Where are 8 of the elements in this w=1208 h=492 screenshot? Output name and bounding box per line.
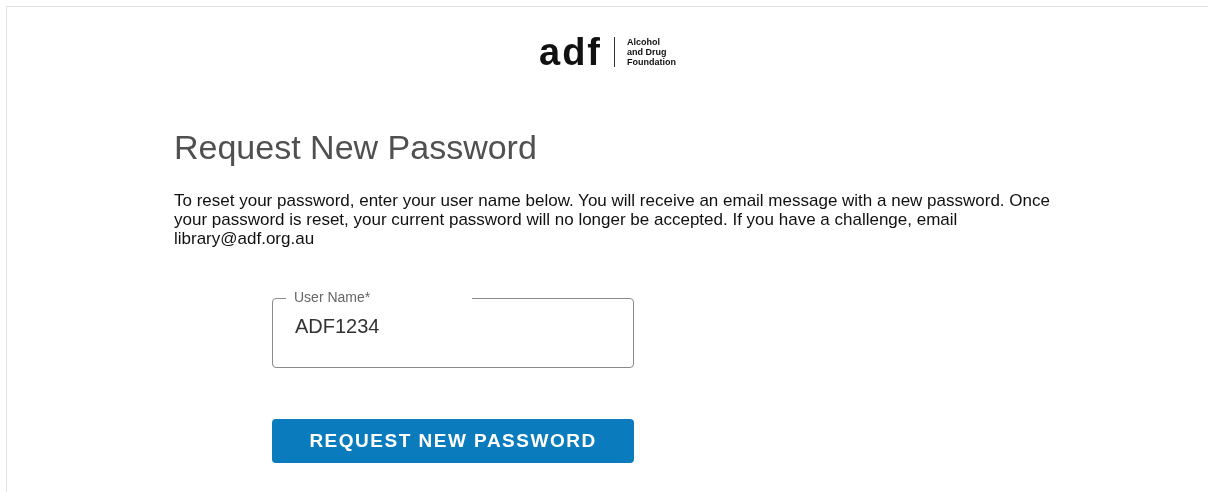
field-label: User Name* (286, 289, 472, 305)
logo-mark: adf (539, 33, 602, 71)
logo-text: and Drug (627, 47, 668, 57)
logo-text: Foundation (627, 57, 676, 67)
logo-text: Alcohol (627, 37, 661, 47)
request-password-button[interactable]: REQUEST NEW PASSWORD (272, 419, 634, 463)
instructions-text: To reset your password, enter your user name below. You will receive an email message with a new password. Once your password is reset, your current password will no longer be accepted. If you have a challenge, email library@adf.org.au (174, 191, 1051, 248)
page-title: Request New Password (174, 127, 538, 167)
